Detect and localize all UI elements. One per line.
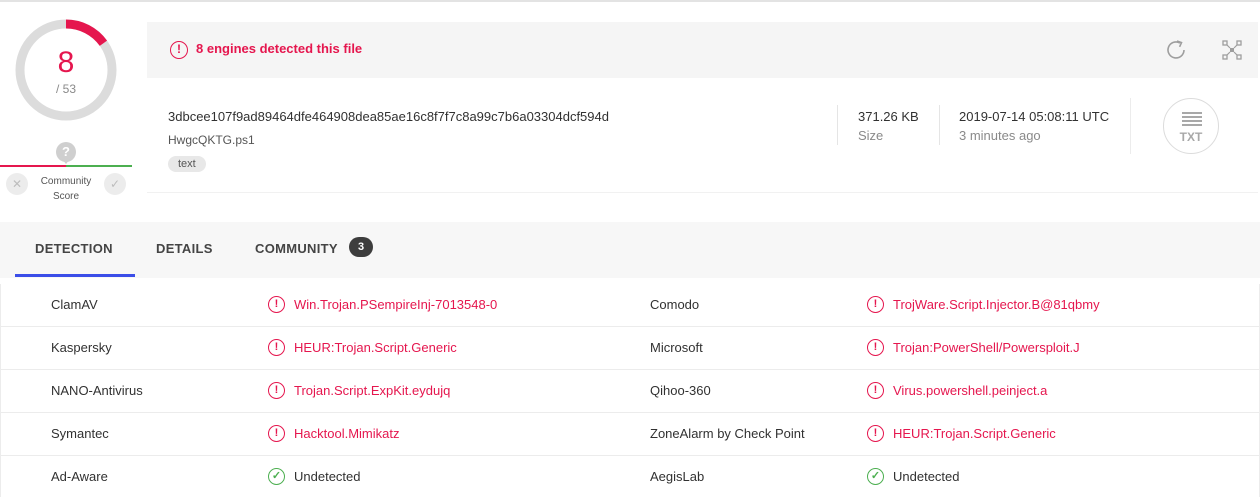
community-score: ? ✕ Community Score ✓ [0,140,132,204]
detection-result: Trojan:PowerShell/Powersploit.J [893,340,1080,355]
community-bar-negative [0,165,66,167]
file-type-icon: TXT [1163,98,1219,154]
alert-circle-icon: ! [170,41,188,59]
engine-name: Kaspersky [51,340,112,355]
file-name: HwgcQKTG.ps1 [168,133,255,147]
check-circle-icon: ✓ [867,468,884,485]
alert-circle-icon: ! [867,425,884,442]
table-row: NANO-Antivirus ! Trojan.Script.ExpKit.ey… [1,370,1259,413]
table-row: Kaspersky ! HEUR:Trojan.Script.Generic M… [1,327,1259,370]
community-label-line2: Score [52,191,80,202]
engine-name: Symantec [51,426,109,441]
engine-name: ZoneAlarm by Check Point [650,426,805,441]
detection-result: Trojan.Script.ExpKit.eydujq [294,383,451,398]
detection-result: Undetected [893,469,960,484]
check-circle-icon: ✓ [268,468,285,485]
table-row: ClamAV ! Win.Trojan.PSempireInj-7013548-… [1,284,1259,327]
engine-name: ClamAV [51,297,98,312]
top-divider [0,0,1260,2]
engine-name: Ad-Aware [51,469,108,484]
active-tab-indicator [15,274,135,277]
file-size-value: 371.26 KB [858,109,919,124]
engine-name: Comodo [650,297,700,312]
table-row: Ad-Aware ✓ Undetected AegisLab ✓ Undetec… [1,456,1259,497]
detection-result: Hacktool.Mimikatz [294,426,400,441]
analysis-date-relative: 3 minutes ago [959,128,1041,143]
reanalyze-icon[interactable] [1163,37,1189,63]
engine-name: AegisLab [650,469,705,484]
file-info-card: 3dbcee107f9ad89464dfe464908dea85ae16c8f7… [147,78,1258,193]
divider [939,105,940,145]
community-count-badge: 3 [349,237,373,257]
tab-bar: DETECTION DETAILS COMMUNITY 3 [0,222,1260,278]
detection-table: ClamAV ! Win.Trojan.PSempireInj-7013548-… [0,284,1260,497]
analysis-date-value: 2019-07-14 05:08:11 UTC [959,109,1110,124]
vote-harmful-button[interactable]: ✕ [6,173,28,195]
graph-icon[interactable] [1221,39,1243,61]
divider [837,105,838,145]
detection-summary: 8 engines detected this file [196,41,363,56]
detection-score-gauge: 8 / 53 [14,18,118,122]
alert-circle-icon: ! [268,339,285,356]
file-tag[interactable]: text [168,156,206,172]
check-icon: ✓ [109,177,121,191]
file-hash[interactable]: 3dbcee107f9ad89464dfe464908dea85ae16c8f7… [168,109,609,124]
x-icon: ✕ [11,177,23,191]
detection-result: HEUR:Trojan.Script.Generic [893,426,1056,441]
alert-circle-icon: ! [268,382,285,399]
detection-result: HEUR:Trojan.Script.Generic [294,340,457,355]
alert-circle-icon: ! [268,296,285,313]
file-size-label: Size [858,128,884,143]
tab-details[interactable]: DETAILS [156,241,213,256]
detection-banner: ! 8 engines detected this file [147,22,1258,78]
alert-circle-icon: ! [867,296,884,313]
detection-result: TrojWare.Script.Injector.B@81qbmy [893,297,1100,312]
table-row: Symantec ! Hacktool.Mimikatz ZoneAlarm b… [1,413,1259,456]
divider [1130,98,1131,154]
community-score-label: Community Score [33,174,99,204]
alert-circle-icon: ! [268,425,285,442]
tab-detection[interactable]: DETECTION [35,241,113,256]
detection-result: Win.Trojan.PSempireInj-7013548-0 [294,297,498,312]
detection-result: Virus.powershell.peinject.a [893,383,1048,398]
vote-harmless-button[interactable]: ✓ [104,173,126,195]
alert-circle-icon: ! [867,339,884,356]
total-engines: / 53 [55,82,76,96]
community-bar-positive [66,165,132,167]
detection-result: Undetected [294,469,361,484]
engine-name: NANO-Antivirus [51,383,143,398]
community-label-line1: Community [40,176,92,187]
file-type-label: TXT [1179,130,1203,144]
text-lines-icon [1182,112,1202,128]
engine-name: Microsoft [650,340,703,355]
alert-circle-icon: ! [867,382,884,399]
positives-count: 8 [57,46,75,79]
tab-community[interactable]: COMMUNITY [255,241,338,256]
question-pointer [62,159,70,164]
engine-name: Qihoo-360 [650,383,711,398]
